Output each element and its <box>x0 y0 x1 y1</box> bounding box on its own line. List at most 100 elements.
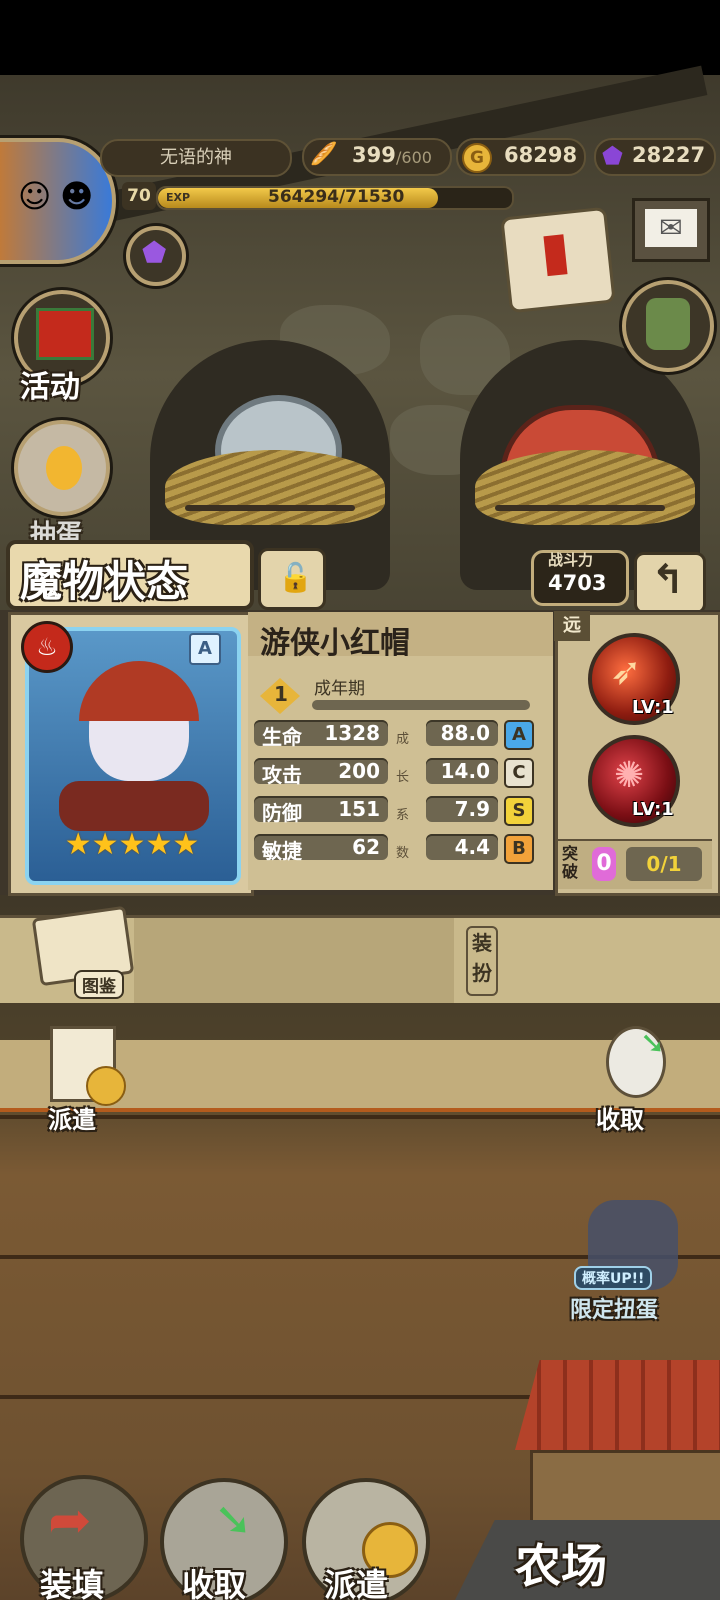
backpack-icon <box>646 298 690 350</box>
growth-coefficient-label: 成长系数 <box>396 720 410 880</box>
handbook-label: 图鉴 <box>74 970 124 999</box>
lock-icon: 🔓 <box>278 561 313 594</box>
blood-skill-icon: ✺ <box>614 755 645 796</box>
arrow-skill-icon: ➶ <box>610 649 642 693</box>
nest-plank-left <box>185 505 355 511</box>
bottom-collect-label: 收取 <box>182 1566 247 1600</box>
limited-gacha-label: 限定扭蛋 <box>570 1297 659 1323</box>
bread-icon: 🥖 <box>310 142 338 167</box>
combat-power-label: 战斗力 <box>548 551 594 569</box>
red-hood <box>79 661 199 721</box>
gold-coin-icon: G <box>462 143 492 173</box>
monster-info: 游侠小红帽 1 成年期 生命 1328 88.0 A 攻击 200 14.0 C 防御 151 7.… <box>248 612 553 890</box>
rate-up-label: 概率UP!! <box>574 1266 653 1290</box>
player-level: 70 <box>122 182 156 210</box>
bread-counter[interactable]: 🥖 399 /600 <box>302 138 452 176</box>
stat-label: 攻击 <box>262 763 302 787</box>
stat-grade-badge: C <box>504 758 534 788</box>
stat-label: 敏捷 <box>262 839 302 863</box>
farm-button[interactable]: 农场 <box>455 1520 720 1600</box>
combat-power-box: 战斗力 4703 <box>531 550 629 606</box>
quest-scroll-button[interactable] <box>500 206 616 314</box>
dress-up-tab[interactable]: 装扮 <box>466 926 498 996</box>
gold-counter[interactable]: G 68298 <box>456 138 586 176</box>
stat-label: 生命 <box>262 725 302 749</box>
rarity-grade-badge: A <box>189 633 221 665</box>
status-bar-area <box>0 0 720 75</box>
fire-element-icon: ♨ <box>21 621 73 673</box>
gacha-button[interactable] <box>14 420 110 516</box>
avatar-face-icon: ☻ <box>60 177 94 215</box>
exp-text: 564294/71530 <box>268 187 405 207</box>
monster-card[interactable]: ♨ A ★★★★★ <box>8 612 254 896</box>
exp-label: EXP <box>166 191 191 204</box>
stat-growth-box: 14.0 <box>426 758 498 784</box>
player-avatar[interactable]: ☺ ☻ <box>0 138 116 264</box>
handbook-button[interactable]: 图鉴 <box>30 905 135 999</box>
scroll-mark-icon <box>543 234 568 277</box>
stat-base-box: 生命 1328 <box>254 720 388 749</box>
collect-button[interactable]: ➘ 收取 <box>590 1022 678 1134</box>
golden-egg-icon <box>46 446 82 490</box>
stat-value: 1328 <box>324 721 380 745</box>
star-icon: ★ <box>91 827 119 862</box>
stat-growth: 7.9 <box>454 797 490 821</box>
farm-roof <box>515 1360 720 1450</box>
stat-growth-box: 4.4 <box>426 834 498 860</box>
growth-char: 数 <box>396 846 410 861</box>
stat-base-box: 敏捷 62 <box>254 834 388 863</box>
lock-button[interactable]: 🔓 <box>258 548 326 610</box>
star-icon: ★ <box>172 827 200 862</box>
buy-gems-button[interactable]: ⬟ <box>126 226 186 286</box>
load-label: 装填 <box>40 1566 105 1600</box>
back-button[interactable]: ↰ <box>634 552 706 614</box>
green-arrow-icon: ➘ <box>214 1492 253 1546</box>
gold-value: 68298 <box>504 143 578 167</box>
bread-max: /600 <box>396 148 432 167</box>
stat-grade-badge: S <box>504 796 534 826</box>
panel-title-plate: 魔物状态 <box>6 540 254 610</box>
gem-counter[interactable]: ⬟ 28227 <box>594 138 716 176</box>
stat-value: 200 <box>338 759 380 783</box>
panel-title: 魔物状态 <box>20 557 189 606</box>
stat-label: 防御 <box>262 801 302 825</box>
straw-nest-right <box>475 450 695 525</box>
gem-value: 28227 <box>632 143 706 167</box>
skills-panel: 远 ➶ LV:1 ✺ LV:1 突破 0 0/1 <box>554 611 720 896</box>
growth-char: 长 <box>396 770 410 785</box>
breakthrough-row: 突破 0 0/1 <box>558 839 712 889</box>
dispatch-label: 派遣 <box>48 1105 96 1134</box>
farm-label: 农场 <box>515 1539 607 1593</box>
exp-bar: EXP 564294/71530 <box>156 186 514 210</box>
stat-value: 62 <box>352 835 380 859</box>
range-tag: 远 <box>554 611 590 641</box>
stat-base-box: 攻击 200 <box>254 758 388 787</box>
stat-growth: 4.4 <box>454 835 490 859</box>
envelope-icon: ✉ <box>645 209 697 247</box>
stat-base-box: 防御 151 <box>254 796 388 825</box>
breakthrough-count: 0 <box>592 847 616 881</box>
breakthrough-progress[interactable]: 0/1 <box>626 847 702 881</box>
star-rating: ★★★★★ <box>57 827 207 867</box>
dispatch-button[interactable]: 派遣 <box>42 1022 128 1134</box>
game-screen: ☺ ☻ 无语的神 70 EXP 564294/71530 🥖 399 /600 … <box>0 0 720 1600</box>
stat-growth: 14.0 <box>440 759 490 783</box>
growth-char: 系 <box>396 808 410 823</box>
stat-grade-badge: A <box>504 720 534 750</box>
nest-plank-right <box>495 505 665 511</box>
skill-2-level: LV:1 <box>632 799 674 820</box>
back-arrow-icon: ↰ <box>651 557 685 603</box>
stat-growth-box: 88.0 <box>426 720 498 746</box>
star-icon: ★ <box>145 827 173 862</box>
mail-button[interactable]: ✉ <box>632 198 710 262</box>
bread-value: 399 <box>352 143 396 167</box>
green-arrow-icon: ➘ <box>640 1026 666 1061</box>
limited-gacha-banner[interactable]: 概率UP!! 限定扭蛋 <box>560 1200 700 1330</box>
backpack-button[interactable] <box>622 280 714 372</box>
bottom-dispatch-label: 派遣 <box>324 1566 389 1600</box>
gem-icon: ⬟ <box>602 142 623 170</box>
red-arrow-icon: ➦ <box>48 1491 92 1551</box>
monster-cloak <box>59 781 209 831</box>
gem-plus-icon: ⬟ <box>142 236 167 269</box>
action-bar-slot <box>134 918 454 1003</box>
